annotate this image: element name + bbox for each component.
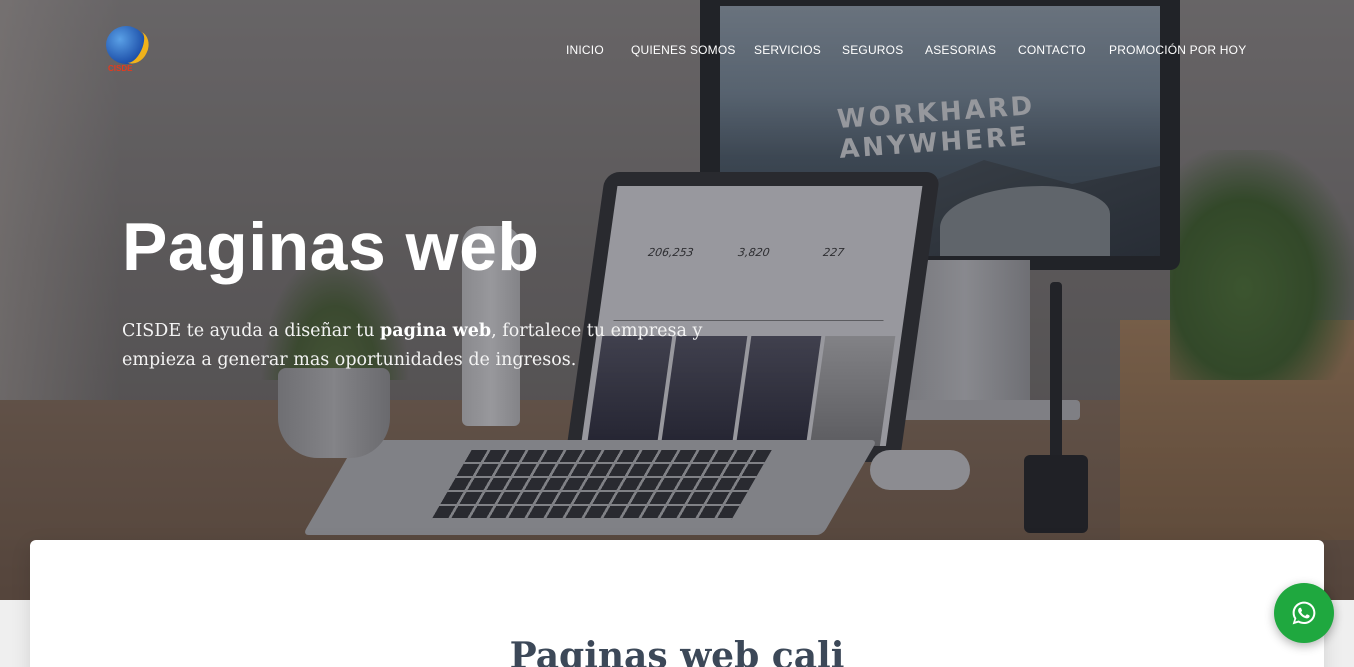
whatsapp-icon [1292, 601, 1316, 625]
nav-item-quienes-somos[interactable]: QUIENES SOMOS [631, 43, 736, 57]
nav-item-contacto[interactable]: CONTACTO [1018, 43, 1086, 57]
nav-item-asesorias[interactable]: ASESORIAS [925, 43, 996, 57]
hero-description: CISDE te ayuda a diseñar tu pagina web, … [122, 321, 703, 370]
nav-item-seguros[interactable]: SEGUROS [842, 43, 903, 57]
main-nav: INICIO QUIENES SOMOS SERVICIOS SEGUROS A… [0, 43, 1354, 59]
nav-item-inicio[interactable]: INICIO [566, 43, 604, 57]
nav-item-promocion[interactable]: PROMOCIÓN POR HOY [1109, 43, 1246, 57]
hero-overlay [0, 0, 1354, 600]
whatsapp-button[interactable] [1274, 583, 1334, 643]
nav-item-servicios[interactable]: SERVICIOS [754, 43, 821, 57]
hero-section: WORKHARD ANYWHERE 206,253 3,820 227 CISD… [0, 0, 1354, 600]
logo-text: CISDE [108, 64, 133, 73]
content-card: Paginas web cali [30, 540, 1324, 667]
section-title: Paginas web cali [509, 635, 845, 667]
hero-title: Paginas web [122, 209, 540, 285]
